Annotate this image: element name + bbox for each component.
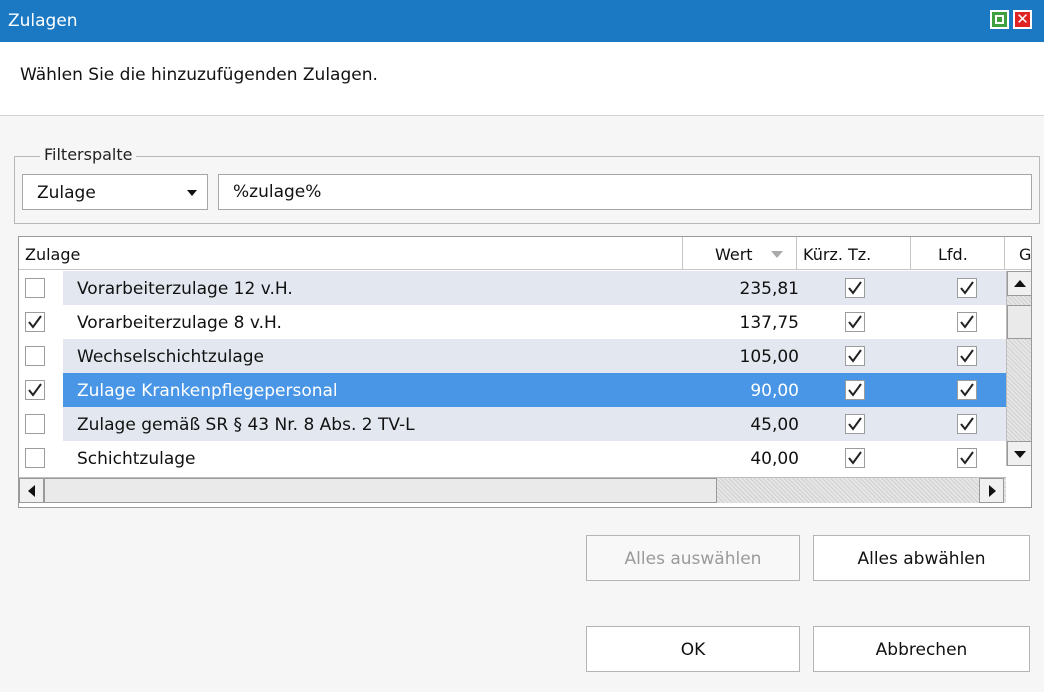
kuerz-checkbox[interactable]	[845, 414, 865, 434]
row-wert: 105,00	[739, 347, 799, 367]
arrow-right-icon	[989, 485, 996, 497]
table-row[interactable]: Vorarbeiterzulage 8 v.H. 137,75	[19, 305, 1006, 339]
table-row[interactable]: Zulage gemäß SR § 43 Nr. 8 Abs. 2 TV-L 45…	[19, 407, 1006, 441]
instruction-panel: Wählen Sie die hinzuzufügenden Zulagen.	[0, 42, 1044, 116]
row-select-checkbox[interactable]	[25, 448, 45, 468]
kuerz-checkbox[interactable]	[845, 380, 865, 400]
column-header-zulage[interactable]: Zulage	[19, 237, 683, 270]
scroll-up-button[interactable]	[1007, 271, 1031, 296]
table-row[interactable]: Wechselschichtzulage 105,00	[19, 339, 1006, 373]
filter-value-input[interactable]	[218, 174, 1032, 210]
chevron-down-icon[interactable]	[187, 190, 197, 196]
maximize-icon[interactable]	[990, 10, 1009, 29]
row-wert: 137,75	[739, 313, 799, 333]
column-header-lfd[interactable]: Lfd.	[911, 237, 1005, 270]
ok-button[interactable]: OK	[586, 626, 800, 672]
vertical-scroll-thumb[interactable]	[1007, 305, 1031, 339]
row-wert: 45,00	[750, 415, 799, 435]
filter-column-select[interactable]: Zulage	[22, 174, 208, 210]
row-name: Vorarbeiterzulage 12 v.H.	[77, 279, 293, 299]
title-bar: Zulagen ✕	[0, 0, 1044, 42]
lfd-checkbox[interactable]	[957, 312, 977, 332]
arrow-left-icon	[28, 485, 35, 497]
kuerz-checkbox[interactable]	[845, 278, 865, 298]
row-wert: 90,00	[750, 381, 799, 401]
row-select-checkbox[interactable]	[25, 346, 45, 366]
scroll-corner	[1006, 477, 1031, 507]
column-header-g[interactable]: G	[1005, 237, 1031, 270]
table-row[interactable]: Zulage Krankenpflegepersonal 90,00	[19, 373, 1006, 407]
row-name: Wechselschichtzulage	[77, 347, 265, 367]
scroll-right-button[interactable]	[979, 478, 1004, 503]
lfd-checkbox[interactable]	[957, 278, 977, 298]
row-wert: 40,00	[750, 449, 799, 469]
window-title: Zulagen	[8, 11, 78, 31]
kuerz-checkbox[interactable]	[845, 312, 865, 332]
deselect-all-button[interactable]: Alles abwählen	[813, 535, 1030, 581]
arrow-up-icon	[1014, 280, 1026, 287]
arrow-down-icon	[1014, 451, 1026, 458]
column-header-kuerz[interactable]: Kürz. Tz.	[797, 237, 911, 270]
row-wert: 235,81	[739, 279, 799, 299]
instruction-text: Wählen Sie die hinzuzufügenden Zulagen.	[20, 65, 378, 85]
row-name: Schichtzulage	[77, 449, 196, 469]
horizontal-scroll-thumb[interactable]	[44, 478, 717, 503]
row-select-checkbox[interactable]	[25, 380, 45, 400]
sort-desc-icon	[771, 251, 783, 258]
close-icon[interactable]: ✕	[1013, 10, 1032, 29]
lfd-checkbox[interactable]	[957, 380, 977, 400]
lfd-checkbox[interactable]	[957, 346, 977, 366]
filter-legend: Filterspalte	[40, 145, 137, 164]
lfd-checkbox[interactable]	[957, 448, 977, 468]
lfd-checkbox[interactable]	[957, 414, 977, 434]
scroll-left-button[interactable]	[19, 478, 44, 503]
kuerz-checkbox[interactable]	[845, 448, 865, 468]
row-name: Zulage Krankenpflegepersonal	[77, 381, 338, 401]
select-all-button[interactable]: Alles auswählen	[586, 535, 800, 581]
row-select-checkbox[interactable]	[25, 414, 45, 434]
scroll-down-button[interactable]	[1007, 441, 1031, 466]
table-row[interactable]: Vorarbeiterzulage 12 v.H. 235,81	[19, 271, 1006, 305]
row-name: Zulage gemäß SR § 43 Nr. 8 Abs. 2 TV-L	[77, 415, 415, 435]
allowance-table: Zulage Wert Kürz. Tz. Lfd. G Vorarbeiter…	[18, 236, 1032, 508]
horizontal-scrollbar[interactable]	[19, 477, 1006, 503]
row-name: Vorarbeiterzulage 8 v.H.	[77, 313, 282, 333]
filter-column-value: Zulage	[37, 183, 96, 203]
table-row[interactable]: Schichtzulage 40,00	[19, 441, 1006, 475]
vertical-scrollbar[interactable]	[1006, 271, 1031, 466]
cancel-button[interactable]: Abbrechen	[813, 626, 1030, 672]
column-header-wert[interactable]: Wert	[683, 237, 797, 270]
row-select-checkbox[interactable]	[25, 312, 45, 332]
kuerz-checkbox[interactable]	[845, 346, 865, 366]
row-select-checkbox[interactable]	[25, 278, 45, 298]
